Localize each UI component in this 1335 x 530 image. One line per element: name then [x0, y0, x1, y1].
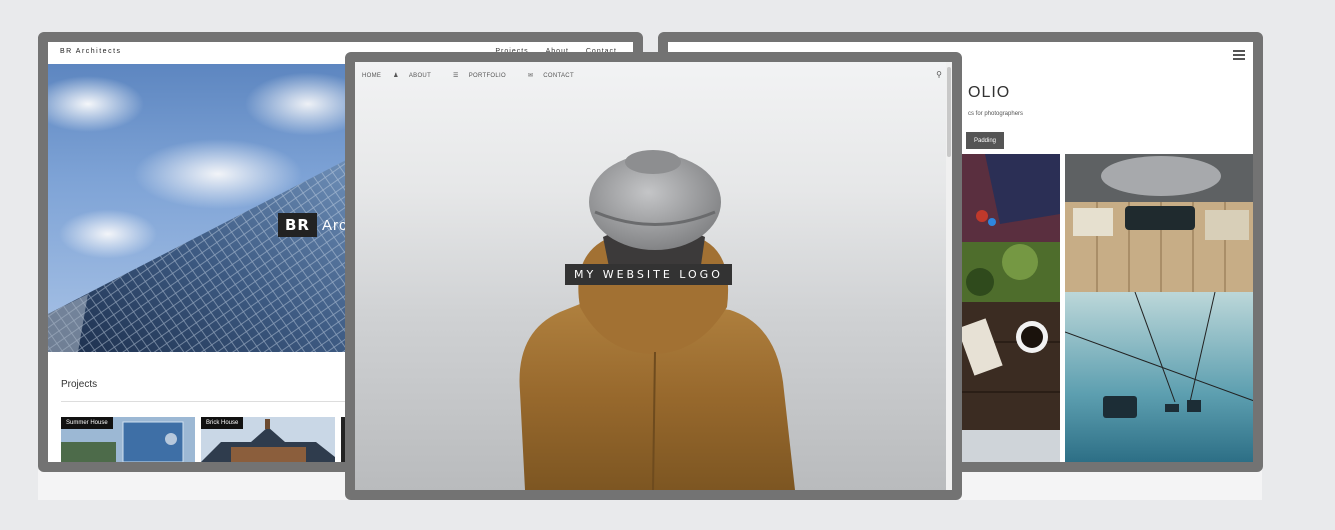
coffee-photo — [960, 302, 1060, 430]
cable-car-photo — [1065, 292, 1253, 462]
top-nav: HOME ♟ ABOUT ☰ PORTFOLIO ✉ CONTACT — [362, 72, 594, 79]
divider — [61, 401, 361, 402]
photo-tile-coffee[interactable] — [960, 302, 1060, 430]
bike-photo — [960, 154, 1060, 242]
photo-tile-city[interactable] — [960, 430, 1060, 462]
project-card-brick-house[interactable]: Brick House — [201, 417, 335, 462]
nav-about[interactable]: ♟ ABOUT — [393, 73, 441, 79]
brand-logo[interactable]: BR Architects — [60, 48, 122, 55]
hero-logo-mark: BR — [278, 213, 317, 237]
nav-home[interactable]: HOME — [362, 73, 381, 79]
scrollbar-thumb[interactable] — [947, 67, 951, 157]
nav-portfolio-label: PORTFOLIO — [468, 73, 506, 79]
nav-contact-label: CONTACT — [543, 73, 574, 79]
website-logo[interactable]: MY WEBSITE LOGO — [565, 264, 732, 285]
plant-photo — [960, 242, 1060, 302]
photo-tile-typewriter[interactable] — [1065, 202, 1253, 292]
search-icon[interactable]: ⚲ — [936, 70, 942, 79]
photo-tile-bike[interactable] — [960, 154, 1060, 242]
misty-photo — [1065, 154, 1253, 202]
portfolio-title: OLIO — [968, 84, 1011, 101]
nav-portfolio[interactable]: ☰ PORTFOLIO — [453, 73, 516, 79]
hamburger-menu-icon[interactable] — [1233, 50, 1245, 62]
photo-tile-cable-car[interactable] — [1065, 292, 1253, 462]
project-label: Brick House — [201, 417, 244, 429]
hero-logo-text: Arc — [321, 216, 348, 234]
nav-about-label: ABOUT — [408, 73, 432, 79]
project-label: Summer House — [61, 417, 113, 429]
project-card-summer-house[interactable]: Summer House — [61, 417, 195, 462]
envelope-icon: ✉ — [527, 73, 534, 79]
scrollbar[interactable] — [946, 62, 952, 490]
padding-button[interactable]: Padding — [966, 132, 1005, 149]
photo-tile-plant[interactable] — [960, 242, 1060, 302]
nav-contact[interactable]: ✉ CONTACT — [528, 73, 584, 79]
template-preview-my-website[interactable]: HOME ♟ ABOUT ☰ PORTFOLIO ✉ CONTACT ⚲ MY WEB… — [345, 52, 962, 500]
hero-logo: BR Arc — [278, 212, 347, 238]
portfolio-subtitle: cs for photographers — [968, 111, 1024, 117]
typewriter-photo — [1065, 202, 1253, 292]
photo-tile-mist[interactable] — [1065, 154, 1253, 202]
section-title: Projects — [61, 379, 98, 390]
grid-icon: ☰ — [453, 73, 459, 79]
user-icon: ♟ — [393, 73, 399, 79]
